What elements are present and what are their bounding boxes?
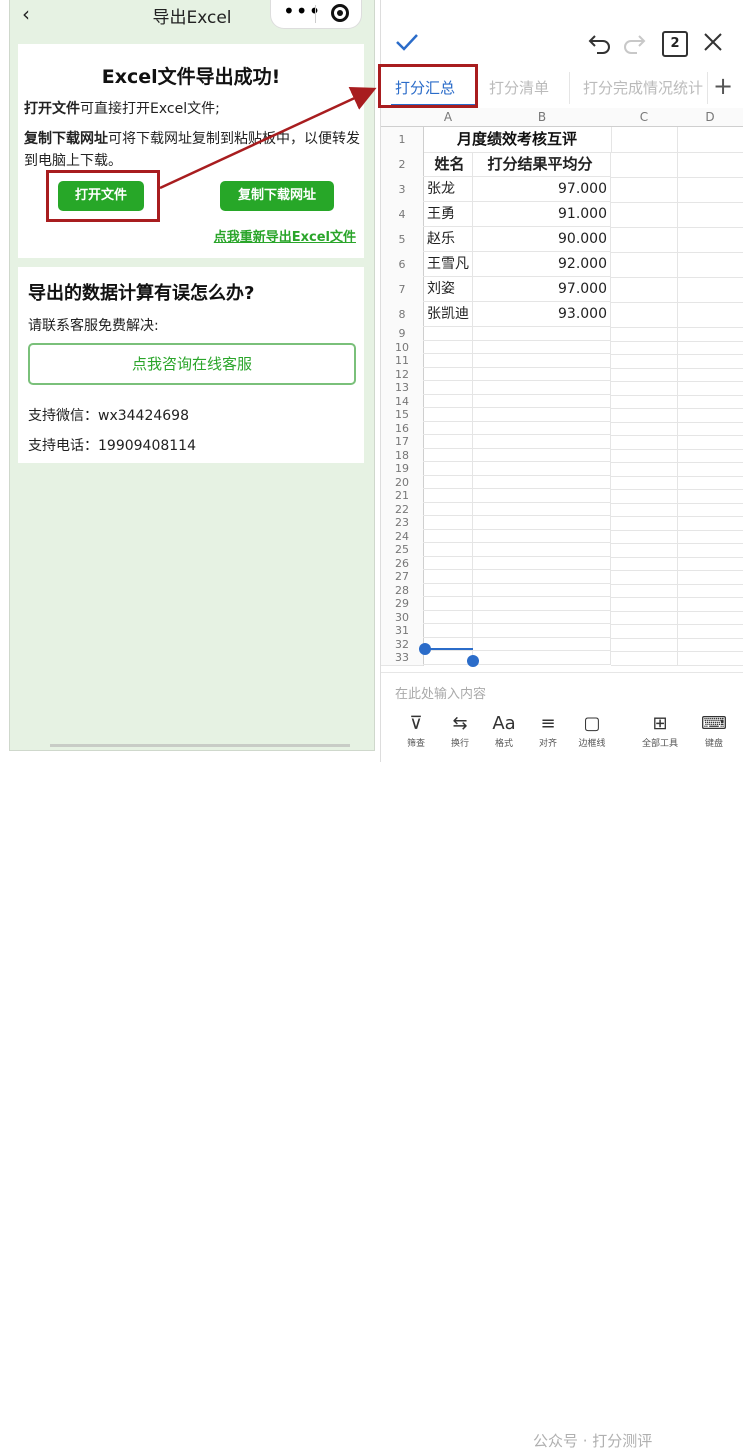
- watermark: 公众号 · 打分测评: [529, 1430, 657, 1451]
- annotation-arrow: [159, 87, 377, 190]
